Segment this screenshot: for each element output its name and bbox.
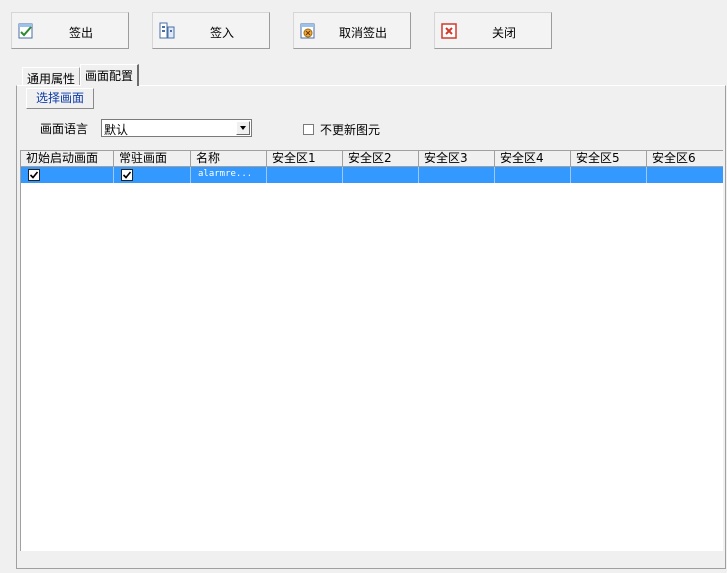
tab-screen-config[interactable]: 画面配置 [80,64,140,86]
cell-zone-3[interactable] [419,167,495,183]
column-header-initial-start[interactable]: 初始启动画面 [21,151,114,167]
tab-general-properties[interactable]: 通用属性 [22,67,81,86]
column-header-resident[interactable]: 常驻画面 [114,151,191,167]
column-header-zone-2[interactable]: 安全区2 [343,151,419,167]
column-header-zone-1[interactable]: 安全区1 [267,151,343,167]
no-update-elements-option[interactable]: 不更新图元 [303,121,380,138]
checkin-label: 签入 [209,26,234,40]
cell-zone-5[interactable] [571,167,647,183]
no-update-elements-checkbox[interactable] [303,124,314,135]
chevron-down-icon[interactable] [236,121,250,135]
resident-checkbox[interactable] [121,169,133,181]
cell-name[interactable]: alarmre... [191,167,267,183]
close-button[interactable]: 关闭 [434,12,552,49]
toolbar: 签出 签入 取消签出 关闭 [0,0,727,60]
cell-zone-2[interactable] [343,167,419,183]
no-update-elements-label: 不更新图元 [320,123,381,137]
close-label: 关闭 [491,26,516,40]
cancel-checkout-label: 取消签出 [338,26,387,40]
column-header-zone-5[interactable]: 安全区5 [571,151,647,167]
grid-header: 初始启动画面 常驻画面 名称 安全区1 安全区2 安全区3 安全区4 安全区5 … [21,151,723,167]
language-label: 画面语言 [40,122,89,136]
cell-zone-6[interactable] [647,167,723,183]
cell-zone-1[interactable] [267,167,343,183]
table-row[interactable]: alarmre... [21,167,723,183]
grid-footer [20,551,723,565]
select-screen-button[interactable]: 选择画面 [26,88,94,109]
cancel-checkout-button[interactable]: 取消签出 [293,12,411,49]
checkout-button[interactable]: 签出 [11,12,129,49]
screen-grid[interactable]: 初始启动画面 常驻画面 名称 安全区1 安全区2 安全区3 安全区4 安全区5 … [20,150,723,551]
cell-zone-4[interactable] [495,167,571,183]
language-value: 默认 [104,123,129,137]
cell-initial-start[interactable] [21,167,114,183]
column-header-zone-6[interactable]: 安全区6 [647,151,723,167]
language-select[interactable]: 默认 [101,119,252,137]
screen-name: alarmre... [198,169,253,179]
initial-start-checkbox[interactable] [28,169,40,181]
column-header-zone-3[interactable]: 安全区3 [419,151,495,167]
cell-resident[interactable] [114,167,191,183]
checkin-button[interactable]: 签入 [152,12,270,49]
checkout-label: 签出 [68,26,93,40]
column-header-name[interactable]: 名称 [191,151,267,167]
column-header-zone-4[interactable]: 安全区4 [495,151,571,167]
